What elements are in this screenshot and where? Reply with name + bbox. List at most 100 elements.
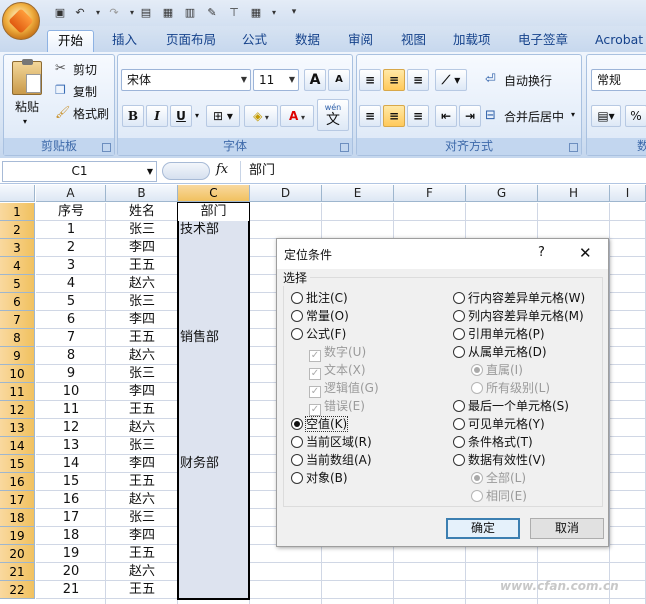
row-header-14[interactable]: 14 bbox=[0, 437, 35, 455]
column-header-h[interactable]: H bbox=[538, 185, 610, 202]
merge-dropdown-icon[interactable]: ▾ bbox=[571, 110, 575, 119]
help-button[interactable]: ? bbox=[538, 245, 545, 260]
cell-a13[interactable]: 12 bbox=[36, 419, 106, 437]
cell-a8[interactable]: 7 bbox=[36, 329, 106, 347]
name-box[interactable]: C1 ▼ bbox=[2, 161, 157, 182]
fill-color-button[interactable]: ◈ ▾ bbox=[244, 105, 278, 127]
radio-right-8[interactable]: 条件格式(T) bbox=[453, 434, 533, 450]
cell-b6[interactable]: 张三 bbox=[106, 293, 178, 311]
radio-left-1[interactable]: 常量(O) bbox=[291, 308, 349, 324]
cell-b9[interactable]: 赵六 bbox=[106, 347, 178, 365]
align-middle-button[interactable]: ≡ bbox=[383, 69, 405, 91]
radio-right-2[interactable]: 引用单元格(P) bbox=[453, 326, 545, 342]
cell-b17[interactable]: 赵六 bbox=[106, 491, 178, 509]
cell-c15[interactable]: 财务部 bbox=[180, 455, 219, 473]
font-launcher-icon[interactable] bbox=[340, 143, 349, 152]
row-header-16[interactable]: 16 bbox=[0, 473, 35, 491]
grid-icon[interactable]: ▦ bbox=[248, 5, 264, 20]
accounting-format-button[interactable]: ▤▾ bbox=[591, 105, 621, 127]
cell-a7[interactable]: 6 bbox=[36, 311, 106, 329]
cell-a3[interactable]: 2 bbox=[36, 239, 106, 257]
decrease-indent-button[interactable]: ⇤ bbox=[435, 105, 457, 127]
clipboard-launcher-icon[interactable] bbox=[102, 143, 111, 152]
cell-b8[interactable]: 王五 bbox=[106, 329, 178, 347]
radio-left-7[interactable]: 空值(K) bbox=[291, 416, 349, 432]
paste-icon[interactable] bbox=[12, 59, 42, 95]
row-header-3[interactable]: 3 bbox=[0, 239, 35, 257]
row-header-11[interactable]: 11 bbox=[0, 383, 35, 401]
cell-a4[interactable]: 3 bbox=[36, 257, 106, 275]
column-header-f[interactable]: F bbox=[394, 185, 466, 202]
tab-formulas[interactable]: 公式 bbox=[242, 30, 267, 52]
row-header-13[interactable]: 13 bbox=[0, 419, 35, 437]
merge-center-button[interactable]: 合并后居中 bbox=[503, 107, 565, 127]
tab-addins[interactable]: 加载项 bbox=[453, 30, 491, 52]
row-header-4[interactable]: 4 bbox=[0, 257, 35, 275]
radio-right-0[interactable]: 行内容差异单元格(W) bbox=[453, 290, 585, 306]
select-all-corner[interactable] bbox=[0, 185, 35, 202]
cell-b20[interactable]: 王五 bbox=[106, 545, 178, 563]
save-icon[interactable]: ▣ bbox=[52, 5, 68, 20]
office-button[interactable] bbox=[2, 2, 40, 40]
redo-icon[interactable]: ↷ bbox=[106, 5, 122, 20]
column-header-a[interactable]: A bbox=[36, 185, 106, 202]
font-color-button[interactable]: A ▾ bbox=[280, 105, 314, 127]
chevron-down-icon[interactable]: ▼ bbox=[147, 162, 153, 181]
cell-c2[interactable]: 技术部 bbox=[180, 221, 219, 239]
align-right-button[interactable]: ≡ bbox=[407, 105, 429, 127]
grow-font-button[interactable]: A bbox=[304, 69, 326, 91]
font-size-select[interactable]: 11 ▼ bbox=[253, 69, 299, 91]
tab-insert[interactable]: 插入 bbox=[112, 30, 137, 52]
radio-right-9[interactable]: 数据有效性(V) bbox=[453, 452, 546, 468]
text-icon[interactable]: ⊤ bbox=[226, 5, 242, 20]
column-header-d[interactable]: D bbox=[250, 185, 322, 202]
cell-b15[interactable]: 李四 bbox=[106, 455, 178, 473]
cell-a11[interactable]: 10 bbox=[36, 383, 106, 401]
radio-right-3[interactable]: 从属单元格(D) bbox=[453, 344, 547, 360]
row-header-19[interactable]: 19 bbox=[0, 527, 35, 545]
row-header-10[interactable]: 10 bbox=[0, 365, 35, 383]
underline-button[interactable]: U bbox=[170, 105, 192, 127]
cell-a2[interactable]: 1 bbox=[36, 221, 106, 239]
customize-qat-icon[interactable]: ▾ bbox=[286, 5, 302, 20]
cell-b4[interactable]: 王五 bbox=[106, 257, 178, 275]
wrap-text-button[interactable]: 自动换行 bbox=[503, 71, 553, 91]
cell-a1[interactable]: 序号 bbox=[36, 203, 106, 221]
row-header-21[interactable]: 21 bbox=[0, 563, 35, 581]
radio-left-8[interactable]: 当前区域(R) bbox=[291, 434, 372, 450]
formula-input[interactable]: 部门 bbox=[240, 161, 646, 182]
row-header-7[interactable]: 7 bbox=[0, 311, 35, 329]
tab-review[interactable]: 审阅 bbox=[348, 30, 373, 52]
cell-a6[interactable]: 5 bbox=[36, 293, 106, 311]
paste-dropdown-icon[interactable]: ▾ bbox=[23, 117, 27, 126]
cell-b10[interactable]: 张三 bbox=[106, 365, 178, 383]
insert-function-icon[interactable]: fx bbox=[216, 162, 228, 177]
radio-left-10[interactable]: 对象(B) bbox=[291, 470, 348, 486]
radio-right-1[interactable]: 列内容差异单元格(M) bbox=[453, 308, 584, 324]
cell-b1[interactable]: 姓名 bbox=[106, 203, 178, 221]
borders-button[interactable]: ⊞ ▾ bbox=[206, 105, 240, 127]
close-button[interactable]: ✕ bbox=[579, 244, 592, 262]
cell-a18[interactable]: 17 bbox=[36, 509, 106, 527]
edit-icon[interactable]: ✎ bbox=[204, 5, 220, 20]
column-header-i[interactable]: I bbox=[610, 185, 646, 202]
row-header-12[interactable]: 12 bbox=[0, 401, 35, 419]
column-header-b[interactable]: B bbox=[106, 185, 178, 202]
column-header-g[interactable]: G bbox=[466, 185, 538, 202]
row-header-18[interactable]: 18 bbox=[0, 509, 35, 527]
row-header-20[interactable]: 20 bbox=[0, 545, 35, 563]
cell-b2[interactable]: 张三 bbox=[106, 221, 178, 239]
column-header-e[interactable]: E bbox=[322, 185, 394, 202]
cell-b7[interactable]: 李四 bbox=[106, 311, 178, 329]
phonetic-button[interactable]: wén 文 bbox=[317, 99, 349, 131]
tab-view[interactable]: 视图 bbox=[401, 30, 426, 52]
orientation-button[interactable]: ⟋ ▾ bbox=[435, 69, 467, 91]
row-header-1[interactable]: 1 bbox=[0, 203, 35, 221]
row-header-8[interactable]: 8 bbox=[0, 329, 35, 347]
radio-left-0[interactable]: 批注(C) bbox=[291, 290, 348, 306]
grid-dropdown-icon[interactable]: ▾ bbox=[266, 5, 282, 20]
cell-a17[interactable]: 16 bbox=[36, 491, 106, 509]
cell-c1[interactable]: 部门 bbox=[178, 203, 249, 221]
cell-a15[interactable]: 14 bbox=[36, 455, 106, 473]
underline-dropdown-icon[interactable]: ▾ bbox=[195, 111, 199, 120]
